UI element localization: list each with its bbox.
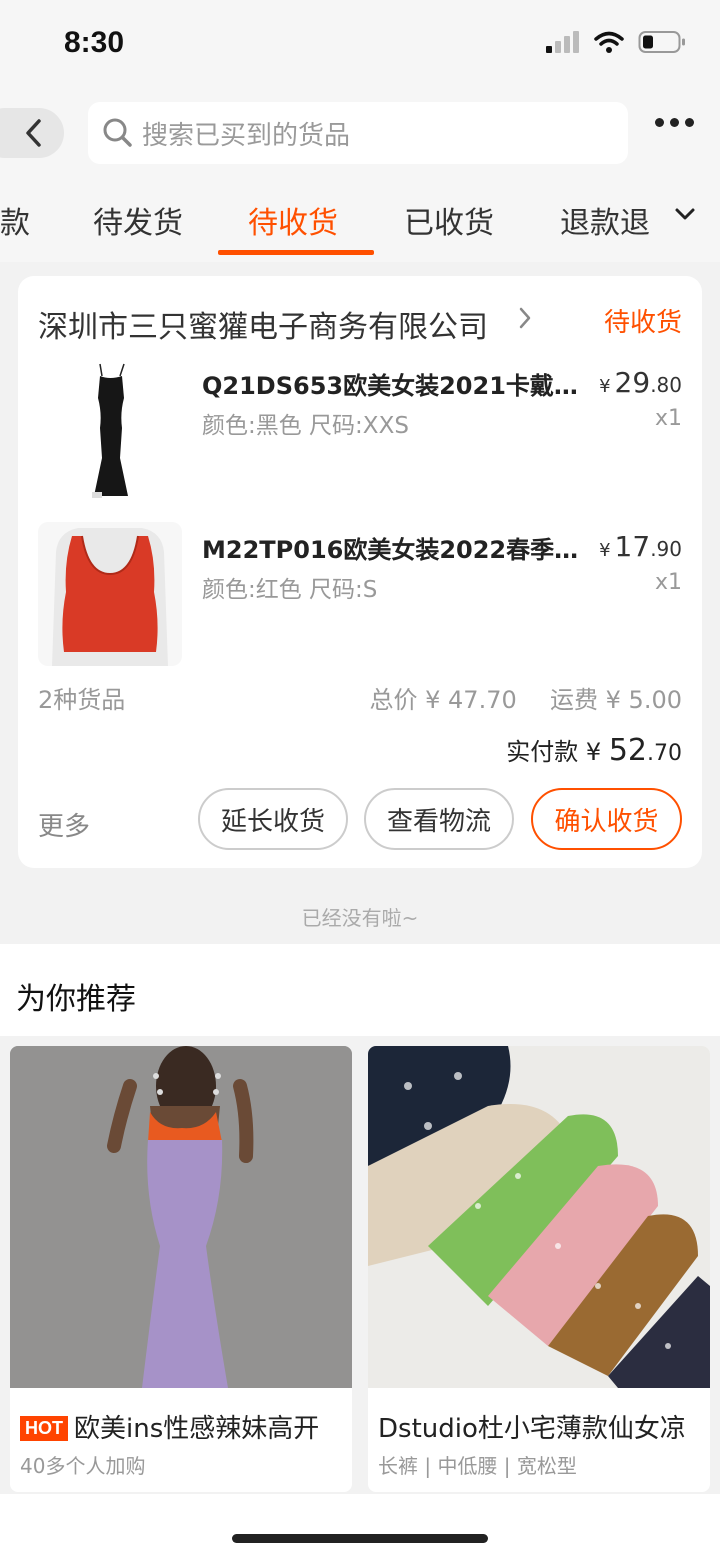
product-image-black-dress[interactable] — [38, 358, 182, 502]
shop-name[interactable]: 深圳市三只蜜獾电子商务有限公司 — [38, 302, 488, 346]
dot-icon — [670, 118, 679, 127]
recommend-card[interactable]: HOT 欧美ins性感辣妹高开 40多个人加购 — [10, 1046, 352, 1492]
order-totals: 总价 ¥ 47.70 运费 ¥ 5.00 — [370, 680, 682, 715]
product-image-purple-dress[interactable] — [10, 1046, 352, 1388]
chevron-right-icon — [519, 307, 531, 329]
end-of-list-hint: 已经没有啦~ — [301, 906, 419, 930]
wifi-icon — [594, 31, 624, 53]
tabs-expand-button[interactable] — [674, 206, 696, 225]
product-image-floral-pants[interactable] — [368, 1046, 710, 1388]
status-icons — [546, 30, 686, 54]
tab-to-ship[interactable]: 待发货 — [93, 198, 183, 242]
back-button[interactable] — [0, 108, 64, 158]
item-kinds-count: 2种货品 — [38, 686, 126, 714]
product-image-red-top[interactable] — [38, 522, 182, 666]
search-icon — [103, 118, 132, 147]
item-quantity: x1 — [654, 406, 682, 431]
extend-receipt-button[interactable]: 延长收货 — [198, 788, 348, 850]
recommend-header: 为你推荐 — [0, 944, 720, 1036]
shop-chevron[interactable] — [518, 306, 532, 334]
tab-to-receive[interactable]: 待收货 — [248, 198, 338, 242]
dot-icon — [655, 118, 664, 127]
confirm-receipt-button[interactable]: 确认收货 — [531, 788, 682, 850]
order-status: 待收货 — [603, 308, 682, 338]
search-input[interactable]: 搜索已买到的货品 — [88, 102, 628, 164]
paid-amount: 实付款 ¥ 52.70 — [506, 733, 682, 768]
chevron-down-icon — [675, 208, 695, 220]
recommend-title: 为你推荐 — [16, 982, 136, 1017]
recommend-item-subtitle: 长裤 | 中低腰 | 宽松型 — [378, 1454, 577, 1478]
dot-icon — [685, 118, 694, 127]
chevron-left-icon — [26, 119, 41, 147]
tab-all-partial[interactable]: 款 — [0, 198, 30, 242]
battery-icon — [638, 31, 685, 53]
tab-received[interactable]: 已收货 — [404, 198, 494, 242]
order-card[interactable]: 深圳市三只蜜獾电子商务有限公司 待收货 Q21DS653欧美女装2021卡戴珊风… — [18, 276, 702, 868]
home-indicator[interactable] — [232, 1534, 488, 1543]
item-quantity: x1 — [654, 570, 682, 595]
bottom-area — [0, 1494, 720, 1558]
more-actions-link[interactable]: 更多 — [38, 806, 90, 843]
item-spec: 颜色:红色 尺码:S — [202, 577, 378, 603]
item-title[interactable]: M22TP016欧美女装2022春季新款 — [202, 530, 582, 565]
item-price: ¥29.80 — [599, 366, 682, 399]
status-bar: 8:30 — [0, 0, 720, 90]
more-menu-button[interactable] — [655, 118, 694, 127]
active-tab-indicator — [218, 250, 374, 255]
header: 搜索已买到的货品 — [0, 90, 720, 180]
signal-icon — [546, 31, 579, 53]
recommend-item-subtitle: 40多个人加购 — [20, 1454, 146, 1478]
recommend-card[interactable]: Dstudio杜小宅薄款仙女凉 长裤 | 中低腰 | 宽松型 — [368, 1046, 710, 1492]
item-spec: 颜色:黑色 尺码:XXS — [202, 413, 409, 439]
status-time: 8:30 — [64, 26, 125, 59]
search-placeholder: 搜索已买到的货品 — [142, 120, 351, 151]
view-logistics-button[interactable]: 查看物流 — [364, 788, 514, 850]
item-title[interactable]: Q21DS653欧美女装2021卡戴珊风 — [202, 366, 582, 401]
shipping-fee: 运费 ¥ 5.00 — [550, 686, 682, 714]
hot-badge: HOT — [20, 1416, 68, 1441]
tab-refund[interactable]: 退款退 — [560, 198, 650, 242]
total-price: 总价 ¥ 47.70 — [369, 686, 517, 714]
item-price: ¥17.90 — [599, 530, 682, 563]
order-tabs: 款 待发货 待收货 已收货 退款退 — [0, 180, 720, 262]
recommend-item-title[interactable]: Dstudio杜小宅薄款仙女凉 — [378, 1408, 708, 1445]
recommend-item-title[interactable]: HOT 欧美ins性感辣妹高开 — [20, 1408, 350, 1445]
